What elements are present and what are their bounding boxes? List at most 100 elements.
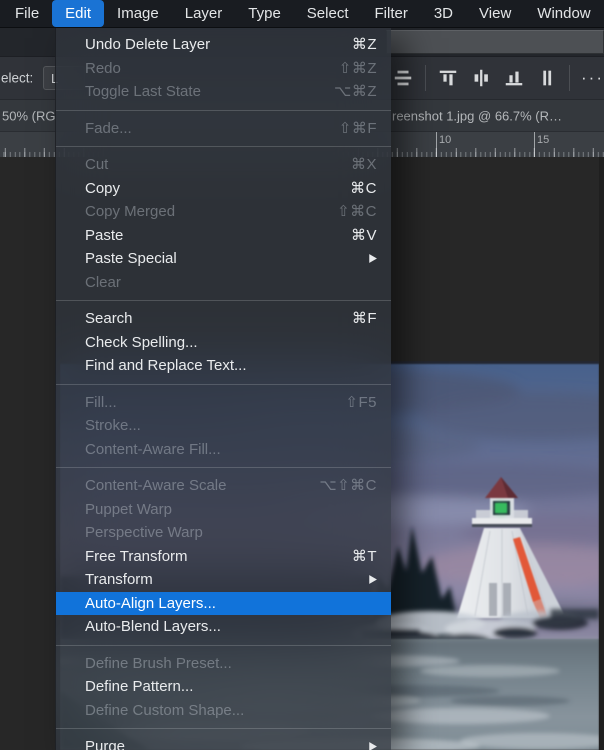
menu-item-paste[interactable]: Paste ⌘V bbox=[56, 224, 391, 248]
submenu-arrow-icon: ▶ bbox=[369, 252, 377, 265]
menu-item-copy[interactable]: Copy ⌘C bbox=[56, 177, 391, 201]
menu-item-label: Fill... bbox=[85, 393, 117, 411]
distribute-horizontal-centers-icon[interactable] bbox=[470, 67, 492, 89]
alignment-toolbar: ··· bbox=[392, 57, 604, 99]
menu-item-auto-align-layers[interactable]: Auto-Align Layers... bbox=[56, 591, 391, 615]
menu-item-transform[interactable]: Transform ▶ bbox=[56, 568, 391, 592]
menu-separator bbox=[56, 467, 391, 468]
menu-item-label: Undo Delete Layer bbox=[85, 36, 211, 53]
menu-item-toggle-last-state: Toggle Last State ⌥⌘Z bbox=[56, 80, 391, 104]
menu-separator bbox=[56, 300, 391, 301]
menu-item-fill: Fill... ⇧F5 bbox=[56, 391, 391, 415]
ruler-number: 15 bbox=[537, 134, 550, 146]
align-vertical-centers-icon[interactable] bbox=[392, 67, 414, 89]
menubar-item-view[interactable]: View bbox=[466, 0, 524, 27]
menu-item-check-spelling[interactable]: Check Spelling... bbox=[56, 331, 391, 355]
menu-item-label: Check Spelling... bbox=[85, 333, 198, 351]
menu-item-free-transform[interactable]: Free Transform ⌘T bbox=[56, 545, 391, 569]
menu-item-shortcut: ⇧⌘Z bbox=[338, 59, 377, 77]
align-horizontal-centers-icon[interactable] bbox=[536, 67, 558, 89]
menu-item-shortcut: ⇧⌘C bbox=[337, 203, 377, 220]
menubar-item-window[interactable]: Window bbox=[524, 0, 603, 27]
menu-item-copy-merged: Copy Merged ⇧⌘C bbox=[56, 200, 391, 224]
menu-item-purge[interactable]: Purge ▶ bbox=[56, 735, 391, 750]
menu-item-clear: Clear bbox=[56, 271, 391, 295]
menubar-item-file[interactable]: File bbox=[2, 0, 52, 27]
menu-item-shortcut: ⌘V bbox=[350, 226, 377, 244]
menu-bar: File Edit Image Layer Type Select Filter 3D View… bbox=[0, 0, 604, 28]
menu-item-find-and-replace-text[interactable]: Find and Replace Text... bbox=[56, 354, 391, 378]
menu-item-cut: Cut ⌘X bbox=[56, 153, 391, 177]
menu-item-label: Puppet Warp bbox=[85, 500, 172, 518]
menu-item-shortcut: ⌘F bbox=[351, 310, 377, 327]
menubar-item-filter[interactable]: Filter bbox=[362, 0, 421, 27]
menu-item-label: Clear bbox=[85, 273, 121, 291]
menu-item-puppet-warp: Puppet Warp bbox=[56, 498, 391, 522]
menu-item-label: Fade... bbox=[85, 119, 132, 137]
menu-item-label: Copy Merged bbox=[85, 203, 176, 220]
menu-item-define-custom-shape: Define Custom Shape... bbox=[56, 699, 391, 723]
menu-item-fade: Fade... ⇧⌘F bbox=[56, 117, 391, 141]
menu-item-shortcut: ⌥⌘Z bbox=[334, 83, 377, 100]
menu-item-shortcut: ⌘Z bbox=[351, 36, 377, 53]
menu-item-label: Stroke... bbox=[85, 417, 141, 434]
options-dropdown-field[interactable] bbox=[386, 30, 604, 54]
more-align-options-icon[interactable]: ··· bbox=[581, 68, 604, 88]
menu-item-define-brush-preset: Define Brush Preset... bbox=[56, 652, 391, 676]
menu-item-content-aware-scale: Content-Aware Scale ⌥⇧⌘C bbox=[56, 474, 391, 498]
menu-item-shortcut: ⌘X bbox=[350, 156, 377, 173]
menu-item-label: Content-Aware Scale bbox=[85, 477, 227, 494]
menu-item-shortcut: ⇧F5 bbox=[345, 393, 377, 411]
menu-separator bbox=[56, 146, 391, 147]
menu-separator bbox=[56, 728, 391, 729]
menu-item-label: Define Brush Preset... bbox=[85, 654, 232, 672]
ruler-tick bbox=[436, 132, 437, 157]
align-top-edges-icon[interactable] bbox=[437, 67, 459, 89]
edit-menu-dropdown: Undo Delete Layer ⌘Z Redo ⇧⌘Z Toggle Last St… bbox=[55, 28, 391, 750]
menu-item-content-aware-fill: Content-Aware Fill... bbox=[56, 438, 391, 462]
menu-item-label: Find and Replace Text... bbox=[85, 357, 247, 374]
menu-item-undo-delete-layer[interactable]: Undo Delete Layer ⌘Z bbox=[56, 33, 391, 57]
menu-item-label: Redo bbox=[85, 59, 121, 77]
ruler-number: 10 bbox=[439, 134, 452, 146]
menu-item-shortcut: ⌘C bbox=[350, 179, 377, 197]
menu-item-label: Cut bbox=[85, 156, 109, 173]
menu-item-perspective-warp: Perspective Warp bbox=[56, 521, 391, 545]
menu-item-label: Copy bbox=[85, 179, 121, 197]
menu-item-label: Define Custom Shape... bbox=[85, 701, 245, 719]
menubar-item-type[interactable]: Type bbox=[235, 0, 294, 27]
photoshop-window: elect: L ··· 50% (RG reenshot 1.jpg @ 66… bbox=[0, 0, 604, 750]
document-tab-active[interactable]: reenshot 1.jpg @ 66.7% (R… bbox=[392, 108, 562, 123]
menu-item-label: Free Transform bbox=[85, 547, 188, 565]
menu-item-auto-blend-layers[interactable]: Auto-Blend Layers... bbox=[56, 615, 391, 639]
menu-separator bbox=[56, 109, 391, 111]
menubar-item-select[interactable]: Select bbox=[294, 0, 362, 27]
menu-item-label: Content-Aware Fill... bbox=[85, 440, 221, 458]
menu-item-label: Auto-Align Layers... bbox=[85, 594, 216, 612]
menu-separator bbox=[56, 383, 391, 385]
menubar-item-3d[interactable]: 3D bbox=[421, 0, 466, 27]
menu-item-paste-special[interactable]: Paste Special ▶ bbox=[56, 247, 391, 271]
menu-item-label: Paste bbox=[85, 226, 124, 244]
menubar-item-layer[interactable]: Layer bbox=[172, 0, 236, 27]
toolbar-separator bbox=[569, 65, 570, 91]
menu-item-search[interactable]: Search ⌘F bbox=[56, 307, 391, 331]
menu-item-label: Toggle Last State bbox=[85, 83, 201, 100]
canvas-edge bbox=[599, 157, 604, 750]
menu-item-label: Transform bbox=[85, 571, 153, 588]
menu-item-stroke: Stroke... bbox=[56, 414, 391, 438]
submenu-arrow-icon: ▶ bbox=[369, 740, 377, 750]
menubar-item-image[interactable]: Image bbox=[104, 0, 172, 27]
toolbar-separator bbox=[425, 65, 426, 91]
align-bottom-edges-icon[interactable] bbox=[503, 67, 525, 89]
submenu-arrow-icon: ▶ bbox=[369, 573, 377, 586]
menu-item-label: Perspective Warp bbox=[85, 524, 203, 541]
menu-item-define-pattern[interactable]: Define Pattern... bbox=[56, 675, 391, 699]
menu-item-label: Purge bbox=[85, 738, 126, 750]
menu-item-label: Auto-Blend Layers... bbox=[85, 618, 221, 635]
auto-select-label: elect: bbox=[1, 70, 34, 86]
menu-separator bbox=[56, 644, 391, 646]
menu-item-label: Define Pattern... bbox=[85, 678, 194, 695]
document-tab-left[interactable]: 50% (RG bbox=[2, 108, 55, 123]
menubar-item-edit[interactable]: Edit bbox=[52, 0, 105, 27]
